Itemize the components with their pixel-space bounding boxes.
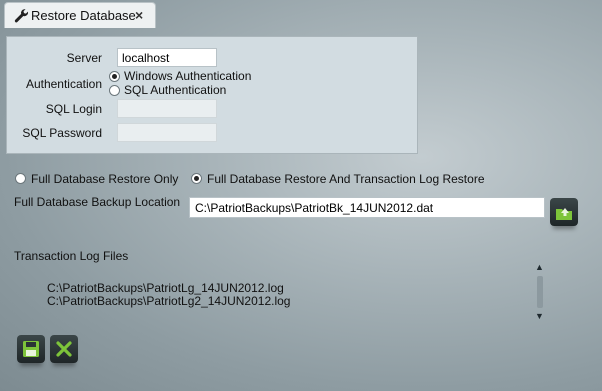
- list-item[interactable]: C:\PatriotBackups\PatriotLg2_14JUN2012.l…: [47, 295, 527, 308]
- transaction-log-list[interactable]: C:\PatriotBackups\PatriotLg_14JUN2012.lo…: [47, 282, 527, 308]
- browse-button[interactable]: [550, 198, 578, 226]
- windows-authentication-label: Windows Authentication: [124, 69, 252, 83]
- transaction-log-title: Transaction Log Files: [14, 249, 129, 263]
- folder-open-icon: [556, 208, 572, 220]
- sql-password-input[interactable]: [117, 123, 217, 142]
- scroll-up-arrow-icon[interactable]: ▲: [535, 262, 544, 272]
- cancel-button[interactable]: [50, 335, 78, 363]
- radio-sql-authentication[interactable]: [109, 85, 120, 96]
- scroll-down-arrow-icon[interactable]: ▼: [535, 311, 544, 321]
- close-icon[interactable]: ×: [135, 7, 143, 23]
- sql-login-label: SQL Login: [45, 102, 102, 116]
- authentication-label: Authentication: [25, 77, 102, 91]
- connection-panel: Server Authentication Windows Authentica…: [6, 36, 418, 154]
- sql-password-label: SQL Password: [22, 126, 102, 140]
- tab-strip: Restore Database ×: [0, 0, 602, 30]
- sql-authentication-label: SQL Authentication: [124, 83, 227, 97]
- save-icon: [23, 341, 39, 357]
- scroll-track[interactable]: [537, 276, 543, 308]
- full-and-log-restore-label: Full Database Restore And Transaction Lo…: [207, 172, 485, 186]
- log-scrollbar[interactable]: ▲ ▼: [533, 262, 547, 324]
- sql-login-input[interactable]: [117, 99, 217, 118]
- server-label: Server: [66, 51, 102, 65]
- tab-title: Restore Database: [31, 8, 136, 23]
- radio-full-restore-only[interactable]: [15, 173, 26, 184]
- wrench-icon: [13, 8, 29, 24]
- close-icon: [56, 341, 72, 357]
- radio-windows-authentication[interactable]: [109, 71, 120, 82]
- save-button[interactable]: [17, 335, 45, 363]
- backup-location-label: Full Database Backup Location: [14, 195, 181, 209]
- full-restore-only-label: Full Database Restore Only: [31, 172, 179, 186]
- tab-restore-database[interactable]: Restore Database ×: [4, 2, 156, 28]
- server-input[interactable]: [117, 48, 217, 67]
- radio-full-and-log-restore[interactable]: [191, 173, 202, 184]
- backup-location-input[interactable]: [189, 197, 545, 218]
